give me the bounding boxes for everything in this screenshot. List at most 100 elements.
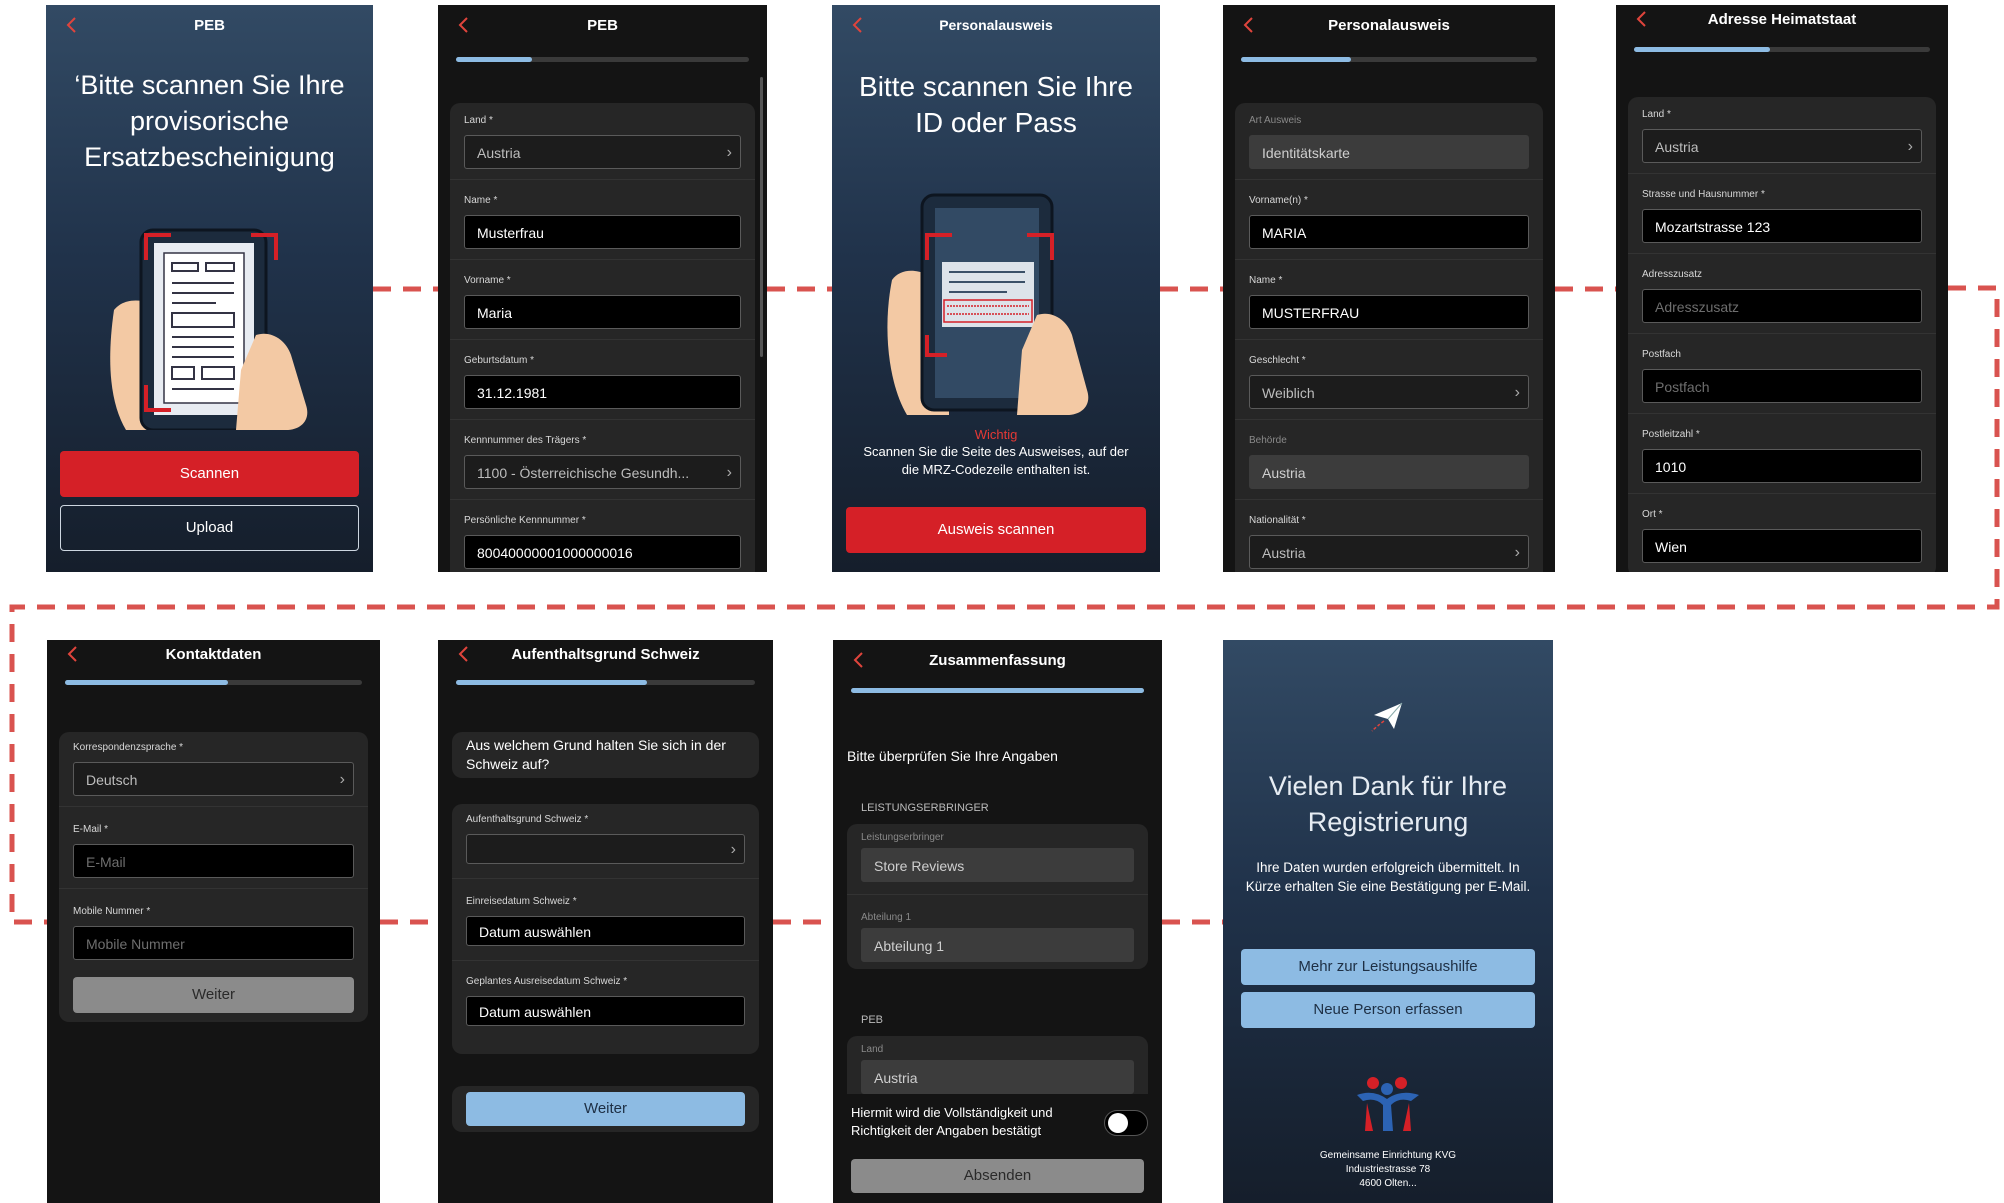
field-vorname: Vorname * Maria	[464, 273, 741, 329]
field-label: Name *	[464, 195, 498, 206]
field-label: Abteilung 1	[861, 912, 912, 923]
id-scan-button[interactable]: Ausweis scannen	[846, 507, 1146, 553]
vorname-input[interactable]: Maria	[464, 295, 741, 329]
upload-button[interactable]: Upload	[60, 505, 359, 551]
traeger-select[interactable]: 1100 - Österreichische Gesundh... ›	[464, 455, 741, 489]
field-label: Adresszusatz	[1642, 269, 1703, 280]
art-ausweis-value: Identitätskarte	[1249, 135, 1529, 169]
screen-kontaktdaten: Kontaktdaten Korrespondenzsprache * Deut…	[47, 640, 380, 1203]
field-label: Land	[861, 1044, 884, 1055]
field-label: Vorname *	[464, 275, 511, 286]
field-label: Postfach	[1642, 349, 1681, 360]
strasse-input[interactable]: Mozartstrasse 123	[1642, 209, 1922, 243]
scrollbar[interactable]	[760, 77, 763, 357]
confirm-text: Hiermit wird die Vollständigkeit und Ric…	[851, 1105, 1053, 1138]
back-chevron-icon[interactable]	[61, 642, 85, 666]
land-value: Austria	[861, 1060, 1134, 1094]
screen-title: PEB	[194, 17, 225, 34]
progress-bar	[1634, 47, 1930, 52]
field-label: Art Ausweis	[1249, 115, 1302, 126]
field-label: Geplantes Ausreisedatum Schweiz *	[466, 976, 628, 987]
header: Adresse Heimatstaat	[1616, 5, 1948, 49]
name-input[interactable]: MUSTERFRAU	[1249, 295, 1529, 329]
field-postleitzahl: Postleitzahl * 1010	[1642, 427, 1922, 483]
submit-button[interactable]: Absenden	[851, 1159, 1144, 1193]
back-chevron-icon[interactable]	[1630, 7, 1654, 31]
header: Personalausweis	[1223, 5, 1555, 49]
header: PEB	[46, 5, 373, 49]
back-chevron-icon[interactable]	[1237, 13, 1261, 37]
field-label: Korrespondenzsprache *	[73, 742, 184, 753]
field-leistungserbringer: Leistungserbringer Store Reviews	[861, 830, 1134, 882]
ort-input[interactable]: Wien	[1642, 529, 1922, 563]
screen-danke: Vielen Dank für Ihre Registrierung Ihre …	[1223, 640, 1553, 1203]
footer-street: Industriestrasse 78	[1345, 1164, 1431, 1175]
geburtsdatum-input[interactable]: 31.12.1981	[464, 375, 741, 409]
next-button[interactable]: Weiter	[73, 977, 354, 1013]
ausreisedatum-picker[interactable]: Datum auswählen	[466, 996, 745, 1026]
important-label: Wichtig	[974, 427, 1018, 442]
geschlecht-select[interactable]: Weiblich ›	[1249, 375, 1529, 409]
header: PEB	[438, 5, 767, 49]
chevron-right-icon: ›	[1514, 544, 1520, 561]
field-label: Kennnummer des Trägers *	[464, 435, 587, 446]
nationalitaet-select[interactable]: Austria ›	[1249, 535, 1529, 569]
field-geburtsdatum: Geburtsdatum * 31.12.1981	[464, 353, 741, 409]
confirm-toggle[interactable]	[1104, 1110, 1148, 1136]
next-button[interactable]: Weiter	[466, 1092, 745, 1126]
einreisedatum-picker[interactable]: Datum auswählen	[466, 916, 745, 946]
new-person-button[interactable]: Neue Person erfassen	[1241, 992, 1535, 1028]
vorname-input[interactable]: MARIA	[1249, 215, 1529, 249]
land-select[interactable]: Austria ›	[464, 135, 741, 169]
field-label: Aufenthaltsgrund Schweiz *	[466, 814, 589, 825]
form-card: Land * Austria › Strasse und Hausnummer *…	[1628, 97, 1936, 572]
chevron-right-icon: ›	[1514, 384, 1520, 401]
screen-title: Personalausweis	[939, 17, 1053, 33]
name-input[interactable]: Musterfrau	[464, 215, 741, 249]
postfach-input[interactable]: Postfach	[1642, 369, 1922, 403]
field-label: Vorname(n) *	[1249, 195, 1308, 206]
form-card: Art Ausweis Identitätskarte Vorname(n) *…	[1235, 103, 1543, 572]
scan-headline: ‘Bitte scannen Sie Ihre provisorische Er…	[74, 70, 345, 172]
screen-peb-form: PEB Land * Austria › Name * Musterfrau Vo…	[438, 5, 767, 572]
field-aufenthaltsgrund: Aufenthaltsgrund Schweiz * ›	[466, 812, 745, 864]
field-label: Geschlecht *	[1249, 355, 1306, 366]
field-behoerde: Behörde Austria	[1249, 433, 1529, 489]
chevron-right-icon: ›	[726, 464, 732, 481]
field-strasse: Strasse und Hausnummer * Mozartstrasse 1…	[1642, 187, 1922, 243]
mobile-input[interactable]: Mobile Nummer	[73, 926, 354, 960]
screen-aufenthaltsgrund: Aufenthaltsgrund Schweiz Aus welchem Gru…	[438, 640, 773, 1203]
postleitzahl-input[interactable]: 1010	[1642, 449, 1922, 483]
field-label: Postleitzahl *	[1642, 429, 1700, 440]
chevron-right-icon: ›	[1907, 138, 1913, 155]
field-land: Land * Austria ›	[1642, 107, 1922, 163]
back-chevron-icon[interactable]	[846, 13, 870, 37]
back-chevron-icon[interactable]	[60, 13, 84, 37]
screen-id-scan: Personalausweis Bitte scannen Sie Ihre I…	[832, 5, 1160, 572]
kennnummer-input[interactable]: 80040000001000000016	[464, 535, 741, 569]
kvg-logo	[1357, 1077, 1419, 1131]
field-ort: Ort * Wien	[1642, 507, 1922, 563]
land-select[interactable]: Austria ›	[1642, 129, 1922, 163]
next-card: Weiter	[452, 1086, 759, 1132]
question-text: Aus welchem Grund halten Sie sich in der…	[466, 737, 726, 772]
form-card: Land * Austria › Name * Musterfrau Vornam…	[450, 103, 755, 572]
screen-peb-scan: PEB ‘Bitte scannen Sie Ihre provisorisch…	[46, 5, 373, 572]
field-label: Ort *	[1642, 509, 1663, 520]
scan-instruction: Scannen Sie die Seite des Ausweises, auf…	[863, 444, 1129, 477]
adresszusatz-input[interactable]: Adresszusatz	[1642, 289, 1922, 323]
back-chevron-icon[interactable]	[452, 13, 476, 37]
screen-adresse-heimatstaat: Adresse Heimatstaat Land * Austria › Stra…	[1616, 5, 1948, 572]
email-input[interactable]: E-Mail	[73, 844, 354, 878]
header: Zusammenfassung	[833, 640, 1162, 684]
scan-button[interactable]: Scannen	[60, 451, 359, 497]
back-chevron-icon[interactable]	[847, 648, 871, 672]
aufenthaltsgrund-select[interactable]: ›	[466, 834, 745, 864]
field-kennnummer-traeger: Kennnummer des Trägers * 1100 - Österrei…	[464, 433, 741, 489]
more-info-button[interactable]: Mehr zur Leistungsaushilfe	[1241, 949, 1535, 985]
back-chevron-icon[interactable]	[452, 642, 476, 666]
field-nationalitaet: Nationalität * Austria ›	[1249, 513, 1529, 569]
question-card: Aus welchem Grund halten Sie sich in der…	[452, 732, 759, 778]
field-adresszusatz: Adresszusatz Adresszusatz	[1642, 267, 1922, 323]
sprache-select[interactable]: Deutsch ›	[73, 762, 354, 796]
